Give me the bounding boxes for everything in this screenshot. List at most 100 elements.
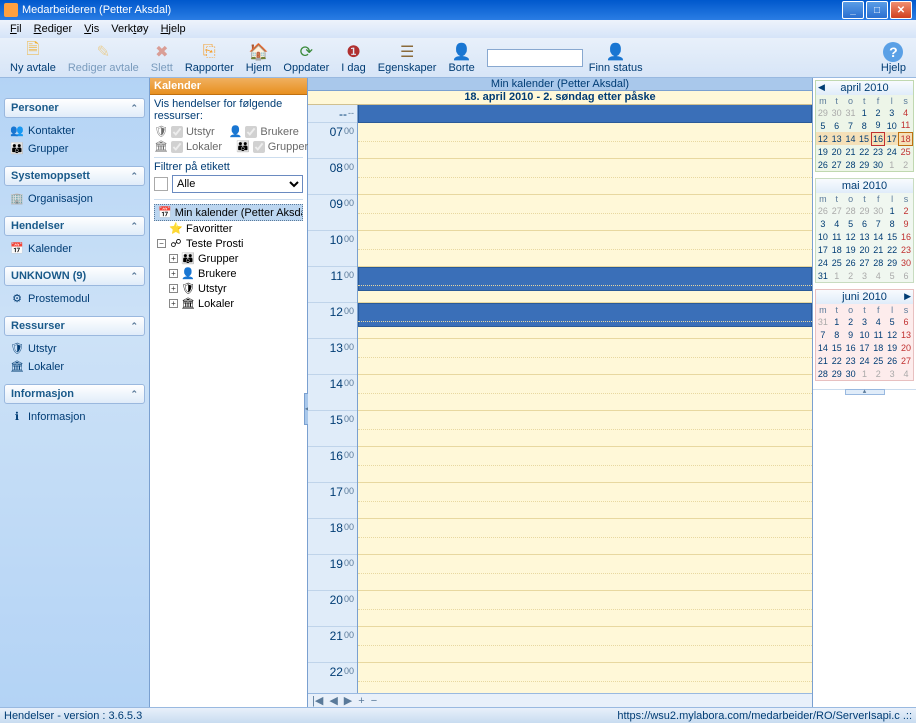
maximize-button[interactable]: □ (866, 1, 888, 19)
mini-day[interactable]: 29 (857, 158, 871, 171)
mini-day[interactable]: 25 (830, 256, 844, 269)
mini-day[interactable]: 30 (871, 204, 885, 217)
add-button[interactable]: + (357, 695, 365, 707)
find-status-button[interactable]: 👤Finn status (583, 40, 649, 76)
mini-day[interactable]: 19 (816, 145, 830, 158)
mini-day[interactable]: 25 (871, 354, 885, 367)
mini-day[interactable]: 9 (844, 328, 858, 341)
mini-day[interactable]: 21 (816, 354, 830, 367)
filter-select[interactable]: Alle (172, 175, 303, 193)
menu-hjelp[interactable]: Hjelp (155, 22, 192, 36)
mini-day[interactable]: 30 (871, 158, 885, 171)
mini-day[interactable]: 28 (871, 256, 885, 269)
mini-day[interactable]: 24 (816, 256, 830, 269)
nav-lokaler[interactable]: 🏛Lokaler (8, 358, 143, 376)
mini-day[interactable]: 20 (899, 341, 913, 354)
mini-day[interactable]: 1 (885, 158, 899, 171)
nav-grupper[interactable]: 👪Grupper (8, 140, 143, 158)
grip-icon[interactable]: ▴ (845, 389, 885, 395)
mini-day[interactable]: 1 (858, 367, 872, 380)
mini-day[interactable]: 15 (885, 230, 899, 243)
mini-day[interactable]: 10 (816, 230, 830, 243)
minimize-button[interactable]: _ (842, 1, 864, 19)
mini-day[interactable]: 13 (858, 230, 872, 243)
mini-day[interactable]: 6 (899, 315, 913, 328)
mini-day[interactable]: 11 (871, 328, 885, 341)
section-ressurser[interactable]: Ressurser⌃ (4, 316, 145, 336)
mini-day[interactable]: 12 (885, 328, 899, 341)
day-column[interactable] (358, 105, 812, 693)
mini-day[interactable]: 24 (885, 145, 899, 158)
tree-lokaler[interactable]: +🏛Lokaler (154, 296, 303, 311)
mini-day[interactable]: 14 (816, 341, 830, 354)
menu-rediger[interactable]: Rediger (28, 22, 79, 36)
mini-day[interactable]: 1 (830, 269, 844, 282)
mini-day[interactable]: 29 (816, 106, 830, 119)
check-lokaler[interactable]: 🏛Lokaler (154, 140, 222, 153)
mini-day[interactable]: 26 (844, 256, 858, 269)
mini-day[interactable]: 15 (857, 132, 871, 145)
tree-my-calendar[interactable]: 📅Min kalender (Petter Aksdal) (154, 204, 303, 221)
mini-day[interactable]: 16 (844, 341, 858, 354)
mini-day[interactable]: 5 (844, 217, 858, 230)
remove-button[interactable]: − (370, 695, 378, 707)
mini-day[interactable]: 28 (844, 204, 858, 217)
mini-day[interactable]: 26 (885, 354, 899, 367)
prev-month-icon[interactable]: ◀ (818, 82, 825, 93)
mini-day[interactable]: 7 (816, 328, 830, 341)
mini-day[interactable]: 26 (816, 204, 830, 217)
mini-day[interactable]: 18 (871, 341, 885, 354)
mini-day[interactable]: 12 (844, 230, 858, 243)
mini-day[interactable]: 18 (830, 243, 844, 256)
mini-day[interactable]: 1 (857, 106, 871, 119)
mini-day[interactable]: 11 (899, 119, 913, 132)
mini-day[interactable]: 2 (899, 158, 913, 171)
event-block-12[interactable] (358, 303, 812, 327)
mini-day[interactable]: 21 (844, 145, 858, 158)
mini-day[interactable]: 2 (871, 367, 885, 380)
menu-vis[interactable]: Vis (78, 22, 105, 36)
mini-day[interactable]: 9 (871, 119, 885, 132)
mini-day[interactable]: 30 (830, 106, 844, 119)
nav-organisasjon[interactable]: 🏢Organisasjon (8, 190, 143, 208)
mini-day[interactable]: 23 (844, 354, 858, 367)
mini-day[interactable]: 28 (816, 367, 830, 380)
mini-day[interactable]: 13 (830, 132, 844, 145)
mini-day[interactable]: 7 (871, 217, 885, 230)
menu-verktoy[interactable]: Verktøy (105, 22, 154, 36)
calendar-scroll[interactable]: ---- 07000800090010001100120013001400150… (308, 105, 812, 693)
mini-day[interactable]: 8 (857, 119, 871, 132)
nav-kontakter[interactable]: 👥Kontakter (8, 122, 143, 140)
mini-day[interactable]: 10 (858, 328, 872, 341)
mini-day[interactable]: 3 (885, 106, 899, 119)
mini-day[interactable]: 14 (871, 230, 885, 243)
mini-cal-mai[interactable]: mai 2010 mtotfls262728293012345678910111… (815, 178, 914, 283)
mini-day[interactable]: 3 (816, 217, 830, 230)
mini-day[interactable]: 13 (899, 328, 913, 341)
mini-day[interactable]: 2 (844, 269, 858, 282)
mini-day[interactable]: 6 (858, 217, 872, 230)
tree-favoritter[interactable]: −⭐Favoritter (154, 221, 303, 236)
mini-day[interactable]: 21 (871, 243, 885, 256)
mini-day[interactable]: 31 (844, 106, 858, 119)
event-block-11[interactable] (358, 267, 812, 291)
refresh-button[interactable]: ⟳Oppdater (277, 40, 335, 76)
mini-day[interactable]: 16 (899, 230, 913, 243)
mini-day[interactable]: 8 (830, 328, 844, 341)
mini-day[interactable]: 20 (858, 243, 872, 256)
mini-cal-juni[interactable]: juni 2010▶ mtotfls3112345678910111213141… (815, 289, 914, 381)
today-button[interactable]: ❶I dag (335, 40, 371, 76)
check-brukere[interactable]: 👤Brukere (229, 125, 299, 138)
menu-fil[interactable]: Fil (4, 22, 28, 36)
tree-grupper[interactable]: +👪Grupper (154, 251, 303, 266)
mini-day[interactable]: 27 (899, 354, 913, 367)
mini-day[interactable]: 27 (830, 204, 844, 217)
mini-day[interactable]: 29 (885, 256, 899, 269)
nav-prostemodul[interactable]: ⚙Prostemodul (8, 290, 143, 308)
next-month-icon[interactable]: ▶ (904, 291, 911, 302)
tree-teste-prosti[interactable]: −☍Teste Prosti (154, 236, 303, 251)
mini-day[interactable]: 6 (899, 269, 913, 282)
event-block-early[interactable] (358, 105, 812, 123)
mini-day[interactable]: 1 (830, 315, 844, 328)
mini-day[interactable]: 7 (844, 119, 858, 132)
